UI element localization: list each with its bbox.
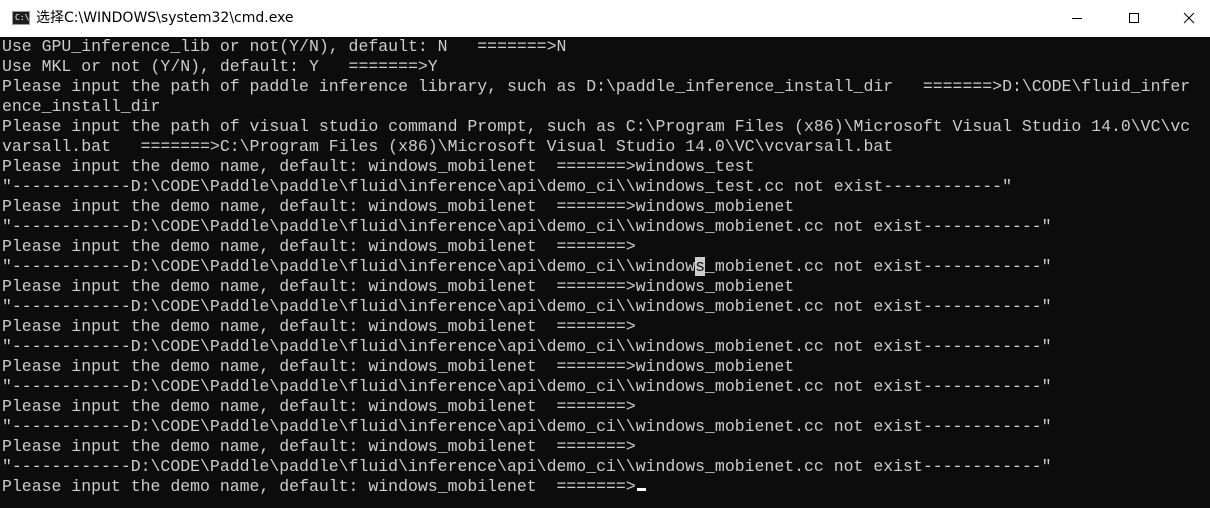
window-title: 选择C:\WINDOWS\system32\cmd.exe <box>36 10 294 26</box>
console-output[interactable]: Use GPU_inference_lib or not(Y/N), defau… <box>0 37 1199 508</box>
maximize-icon <box>1129 13 1139 23</box>
console-line: Use MKL or not (Y/N), default: Y =======… <box>2 57 438 76</box>
console-line: Please input the demo name, default: win… <box>2 237 636 256</box>
text-cursor <box>636 488 646 491</box>
maximize-button[interactable] <box>1107 0 1161 37</box>
cmd-app-icon[interactable]: C:\ <box>12 11 30 25</box>
console-prompt-line[interactable]: Please input the demo name, default: win… <box>2 477 646 497</box>
console-line: Please input the demo name, default: win… <box>2 157 755 176</box>
selection-suffix: _mobienet.cc not exist------------" <box>705 257 1052 276</box>
console-line: "------------D:\CODE\Paddle\paddle\fluid… <box>2 177 1012 196</box>
prompt-text: Please input the demo name, default: win… <box>2 477 636 496</box>
console-line: Please input the demo name, default: win… <box>2 317 636 336</box>
cmd-icon-glyph: C:\ <box>15 13 30 22</box>
console-line: "------------D:\CODE\Paddle\paddle\fluid… <box>2 217 1052 236</box>
console-line: Please input the demo name, default: win… <box>2 277 795 296</box>
console-line: varsall.bat =======>C:\Program Files (x8… <box>2 137 894 156</box>
console-line: Please input the path of paddle inferenc… <box>2 77 1191 96</box>
console-line: "------------D:\CODE\Paddle\paddle\fluid… <box>2 297 1052 316</box>
console-line: ence_install_dir <box>2 97 161 116</box>
console-line: Please input the demo name, default: win… <box>2 437 636 456</box>
close-icon <box>1183 12 1195 24</box>
minimize-icon <box>1072 18 1082 19</box>
console-line: "------------D:\CODE\Paddle\paddle\fluid… <box>2 377 1052 396</box>
minimize-button[interactable] <box>1050 0 1104 37</box>
title-bar[interactable]: C:\ 选择C:\WINDOWS\system32\cmd.exe <box>0 0 1210 37</box>
console-scrollbar[interactable] <box>1199 37 1210 508</box>
text-selection: s <box>695 257 706 276</box>
console-line: "------------D:\CODE\Paddle\paddle\fluid… <box>2 337 1052 356</box>
console-line: Please input the demo name, default: win… <box>2 357 795 376</box>
console-line: "------------D:\CODE\Paddle\paddle\fluid… <box>2 417 1052 436</box>
console-line: Please input the demo name, default: win… <box>2 197 795 216</box>
selection-prefix: "------------D:\CODE\Paddle\paddle\fluid… <box>2 257 696 276</box>
close-button[interactable] <box>1162 0 1210 37</box>
console-line: "------------D:\CODE\Paddle\paddle\fluid… <box>2 457 1052 476</box>
console-line: Please input the demo name, default: win… <box>2 397 636 416</box>
console-line: Use GPU_inference_lib or not(Y/N), defau… <box>2 37 567 56</box>
console-line: Please input the path of visual studio c… <box>2 117 1191 136</box>
console-line-with-selection: "------------D:\CODE\Paddle\paddle\fluid… <box>2 257 1052 277</box>
